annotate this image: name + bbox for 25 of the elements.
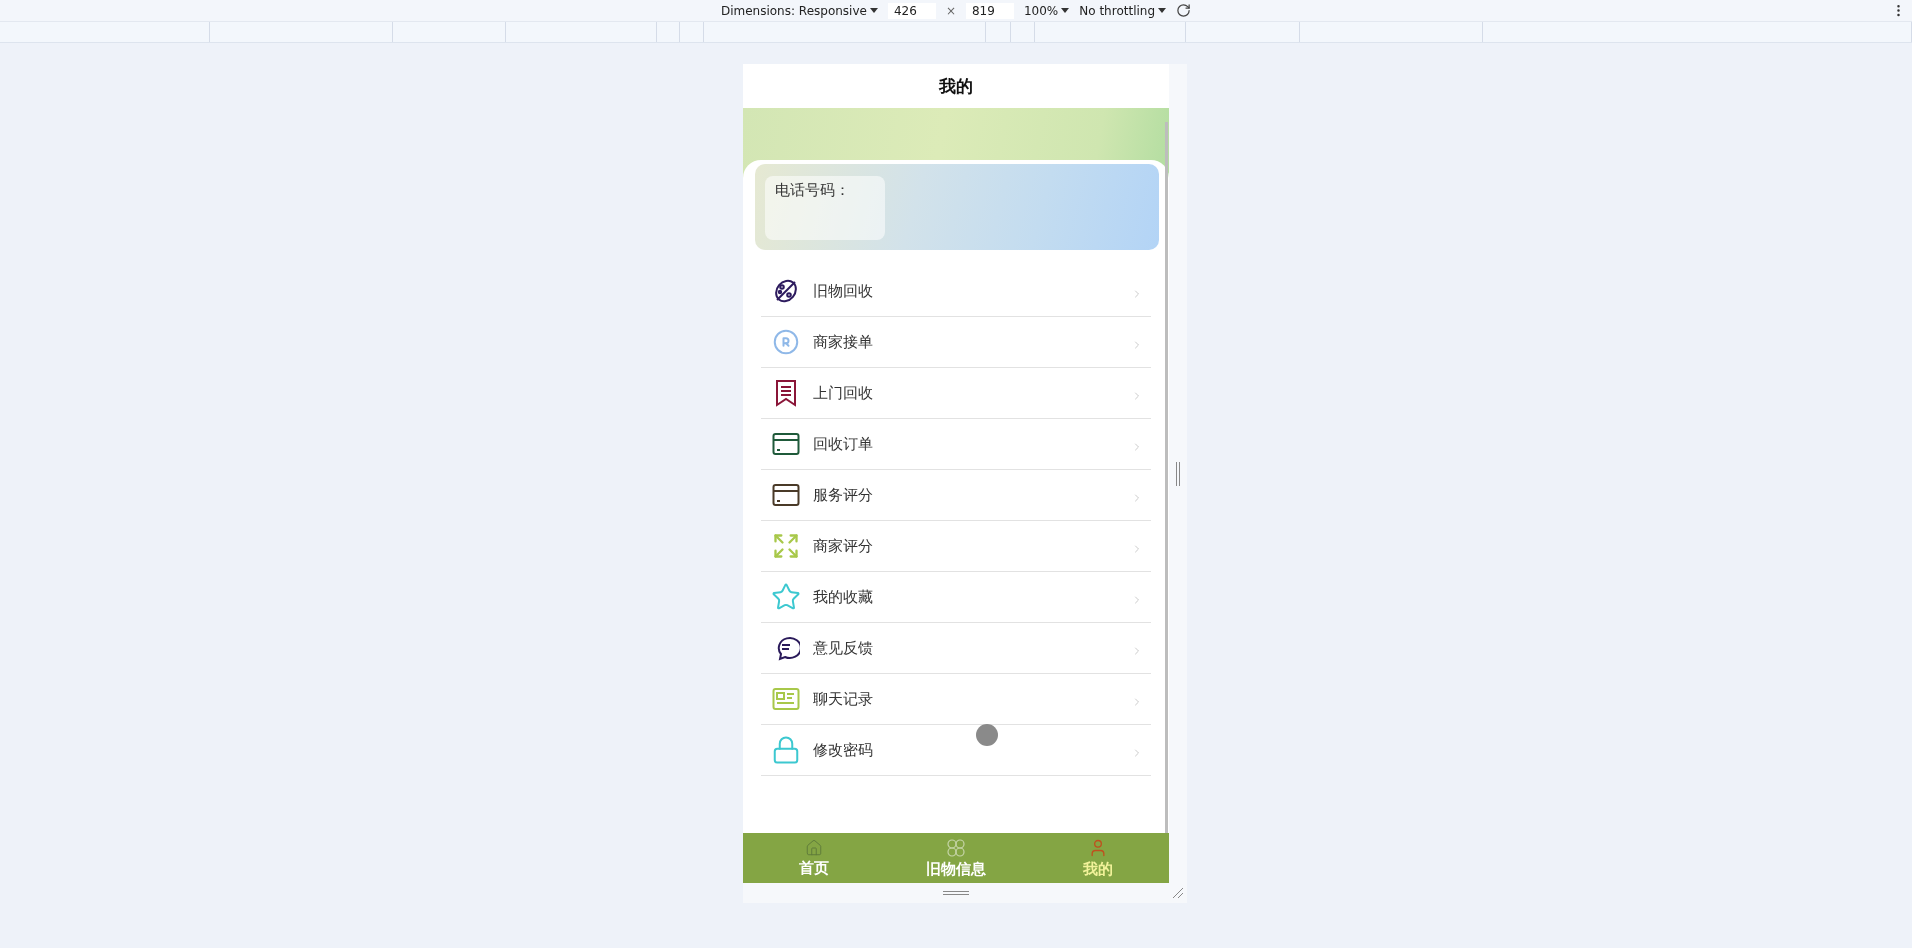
height-field[interactable]: 819: [965, 2, 1014, 19]
menu-item[interactable]: 商家评分: [761, 521, 1151, 572]
home-icon: [805, 838, 823, 857]
menu-item[interactable]: 服务评分: [761, 470, 1151, 521]
times-sign: ×: [945, 3, 956, 18]
resize-handle-icon[interactable]: [1175, 461, 1181, 486]
phone-label: 电话号码：: [775, 181, 850, 199]
menu-item[interactable]: 旧物回收: [761, 266, 1151, 317]
resize-handle-icon[interactable]: [943, 890, 969, 896]
menu-item[interactable]: 回收订单: [761, 419, 1151, 470]
dimensions-dropdown[interactable]: Dimensions: Responsive: [720, 3, 878, 18]
width-field[interactable]: 426: [887, 2, 936, 19]
zoom-dropdown[interactable]: 100%: [1023, 3, 1070, 18]
menu-item[interactable]: 商家接单: [761, 317, 1151, 368]
rotate-icon[interactable]: [1176, 3, 1192, 18]
page-title: 我的: [939, 74, 973, 98]
four-circles-icon: [946, 837, 966, 858]
menu-item[interactable]: 我的收藏: [761, 572, 1151, 623]
corner-resize-icon[interactable]: [1172, 887, 1184, 899]
menu-item[interactable]: 上门回收: [761, 368, 1151, 419]
touch-cursor-icon: [976, 724, 998, 746]
scrollbar-thumb[interactable]: [1165, 122, 1168, 833]
menu-item[interactable]: 意见反馈: [761, 623, 1151, 674]
menu-item[interactable]: 聊天记录: [761, 674, 1151, 725]
throttling-dropdown[interactable]: No throttling: [1079, 3, 1167, 18]
